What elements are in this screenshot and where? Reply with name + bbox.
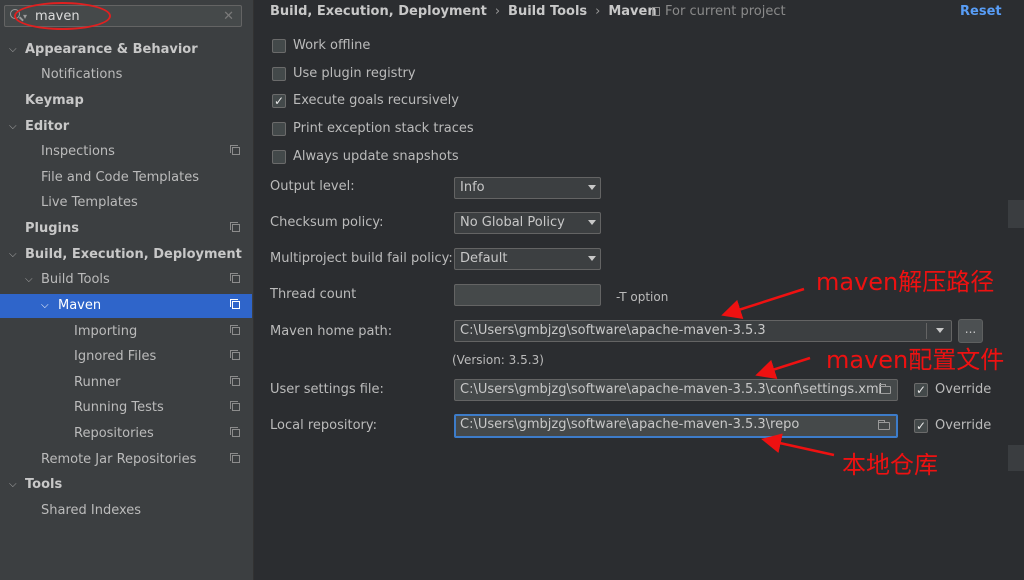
tree-item-label: Build, Execution, Deployment: [25, 247, 242, 262]
arrow-to-local-repo: [761, 433, 835, 457]
tree-item-label: Keymap: [25, 93, 84, 108]
settings-sidebar: ▾ ✕ ⌵Appearance & BehaviorNotificationsK…: [0, 0, 254, 580]
tree-item-build-tools[interactable]: ⌵ Build Tools: [0, 268, 252, 292]
chevron-down-icon[interactable]: ⌵: [41, 294, 53, 318]
annotation-arrows: [721, 287, 835, 457]
project-level-icon: [230, 145, 240, 155]
project-level-icon: [230, 350, 240, 360]
tree-item-label: Shared Indexes: [41, 503, 142, 518]
edge-marker: [1008, 200, 1024, 228]
tree-item-label: Editor: [25, 119, 70, 134]
tree-item-shared-indexes[interactable]: Shared Indexes: [0, 499, 252, 523]
tree-item-appearance-behavior[interactable]: ⌵ Appearance & Behavior: [0, 38, 252, 62]
maven-settings-panel: Build, Execution, Deployment › Build Tools…: [254, 0, 1024, 580]
tree-item-build-execution-deployment[interactable]: ⌵ Build, Execution, Deployment: [0, 243, 252, 267]
tree-item-plugins[interactable]: Plugins: [0, 217, 252, 241]
tree-item-label: Notifications: [41, 67, 123, 82]
clear-search-icon[interactable]: ✕: [223, 9, 234, 24]
project-level-icon: [230, 325, 240, 335]
tree-item-label: Importing: [74, 324, 138, 339]
tree-item-inspections[interactable]: Inspections: [0, 140, 252, 164]
tree-item-label: Runner: [74, 375, 121, 390]
tree-item-editor[interactable]: ⌵ Editor: [0, 115, 252, 139]
project-level-icon: [230, 453, 240, 463]
tree-item-label: Running Tests: [74, 400, 164, 415]
arrow-to-maven-home: [721, 287, 805, 319]
project-level-icon: [230, 273, 240, 283]
tree-item-maven[interactable]: ⌵ Maven: [0, 294, 252, 318]
chevron-down-icon[interactable]: ⌵: [9, 243, 21, 267]
tree-item-label: Maven: [58, 298, 102, 313]
tree-item-live-templates[interactable]: Live Templates: [0, 191, 252, 215]
tree-item-label: Plugins: [25, 221, 79, 236]
tree-item-runner[interactable]: Runner: [0, 371, 252, 395]
tree-item-label: Inspections: [41, 144, 115, 159]
tree-item-label: Remote Jar Repositories: [41, 452, 197, 467]
tree-item-keymap[interactable]: Keymap: [0, 89, 252, 113]
tree-item-importing[interactable]: Importing: [0, 320, 252, 344]
arrow-to-user-settings: [755, 356, 811, 379]
project-level-icon: [230, 401, 240, 411]
tree-item-label: Build Tools: [41, 272, 110, 287]
tree-item-ignored-files[interactable]: Ignored Files: [0, 345, 252, 369]
project-level-icon: [230, 376, 240, 386]
right-edge-strip: [1008, 0, 1024, 580]
tree-item-label: Live Templates: [41, 195, 138, 210]
tree-item-label: File and Code Templates: [41, 170, 199, 185]
chevron-down-icon[interactable]: ⌵: [9, 473, 21, 497]
project-level-icon: [230, 222, 240, 232]
project-level-icon: [230, 427, 240, 437]
tree-item-label: Ignored Files: [74, 349, 157, 364]
project-level-icon: [230, 299, 240, 309]
tree-item-label: Appearance & Behavior: [25, 42, 198, 57]
tree-item-remote-jar-repositories[interactable]: Remote Jar Repositories: [0, 448, 252, 472]
tree-item-repositories[interactable]: Repositories: [0, 422, 252, 446]
chevron-down-icon[interactable]: ⌵: [9, 38, 21, 62]
tree-item-label: Tools: [25, 477, 63, 492]
tree-item-running-tests[interactable]: Running Tests: [0, 396, 252, 420]
tree-item-notifications[interactable]: Notifications: [0, 63, 252, 87]
chevron-down-icon[interactable]: ⌵: [25, 268, 37, 292]
edge-marker: [1008, 445, 1024, 471]
chevron-down-icon[interactable]: ⌵: [9, 115, 21, 139]
tree-item-tools[interactable]: ⌵ Tools: [0, 473, 252, 497]
tree-item-file-and-code-templates[interactable]: File and Code Templates: [0, 166, 252, 190]
search-highlight-annotation: [14, 2, 111, 30]
tree-item-label: Repositories: [74, 426, 154, 441]
